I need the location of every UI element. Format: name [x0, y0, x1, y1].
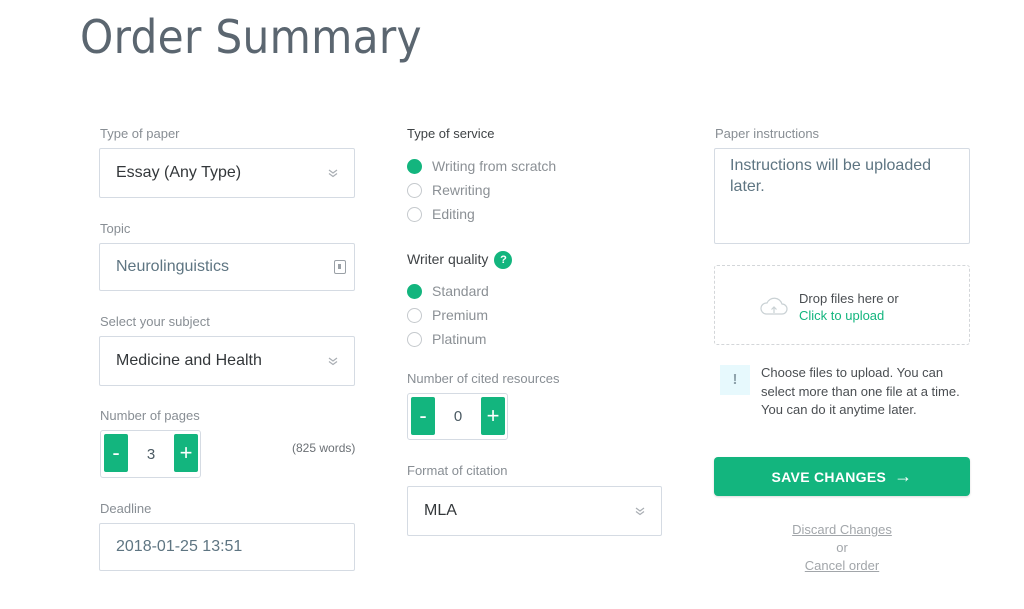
chevron-double-down-icon	[635, 506, 645, 516]
info-exclamation-icon: !	[720, 365, 750, 395]
citation-select[interactable]: MLA	[407, 486, 662, 536]
cloud-upload-icon	[759, 296, 789, 321]
radio-selected-icon	[407, 283, 422, 299]
page-title: Order Summary	[80, 10, 422, 64]
quality-option-platinum[interactable]: Platinum	[407, 331, 486, 347]
pages-label: Number of pages	[100, 408, 200, 423]
drop-files-text: Drop files here or	[799, 291, 899, 306]
quality-option-premium[interactable]: Premium	[407, 307, 488, 323]
instructions-label: Paper instructions	[715, 126, 820, 141]
word-count: (825 words)	[292, 441, 356, 455]
click-to-upload-link[interactable]: Click to upload	[799, 307, 899, 324]
service-option-editing[interactable]: Editing	[407, 206, 475, 222]
option-label: Rewriting	[432, 182, 491, 198]
option-label: Editing	[432, 206, 475, 222]
subject-select[interactable]: Medicine and Health	[99, 336, 355, 386]
topic-label: Topic	[100, 221, 131, 236]
deadline-label: Deadline	[100, 501, 152, 516]
help-icon[interactable]: ?	[494, 251, 513, 270]
file-dropzone[interactable]: Drop files here or Click to upload	[714, 265, 970, 345]
sources-stepper: - 0 +	[407, 393, 508, 440]
writer-quality-heading: Writer quality?	[407, 251, 513, 270]
pages-increment-button[interactable]: +	[174, 434, 198, 472]
pages-decrement-button[interactable]: -	[104, 434, 128, 472]
writer-quality-label: Writer quality	[407, 251, 489, 267]
service-option-writing[interactable]: Writing from scratch	[407, 158, 556, 174]
chevron-double-down-icon	[328, 356, 338, 366]
sources-increment-button[interactable]: +	[481, 397, 505, 435]
cancel-order-link[interactable]: Cancel order	[714, 557, 970, 575]
subject-value: Medicine and Health	[116, 352, 262, 369]
service-option-rewriting[interactable]: Rewriting	[407, 182, 490, 198]
citation-label: Format of citation	[407, 463, 508, 478]
arrow-right-icon: →	[894, 466, 913, 486]
radio-unselected-icon	[407, 206, 422, 222]
service-label: Type of service	[407, 126, 495, 141]
sources-label: Number of cited resources	[407, 371, 560, 386]
citation-value: MLA	[424, 502, 457, 519]
topic-value: Neurolinguistics	[116, 258, 229, 275]
option-label: Writing from scratch	[432, 158, 557, 174]
dropzone-text: Drop files here or Click to upload	[799, 290, 899, 324]
or-separator: or	[836, 540, 848, 555]
discard-changes-link[interactable]: Discard Changes	[714, 521, 970, 539]
type-of-paper-value: Essay (Any Type)	[116, 164, 242, 181]
type-of-paper-select[interactable]: Essay (Any Type)	[99, 148, 355, 198]
sources-value[interactable]: 0	[435, 394, 481, 439]
radio-unselected-icon	[407, 182, 422, 198]
deadline-input[interactable]: 2018-01-25 13:51	[99, 523, 355, 571]
upload-info-text: Choose files to upload. You can select m…	[761, 365, 960, 417]
chevron-double-down-icon	[328, 168, 338, 178]
instructions-textarea[interactable]: Instructions will be uploaded later.	[714, 148, 970, 244]
subject-label: Select your subject	[100, 314, 210, 329]
secondary-actions: Discard Changes or Cancel order	[714, 521, 970, 575]
quality-option-standard[interactable]: Standard	[407, 283, 489, 299]
option-label: Standard	[432, 283, 489, 299]
radio-selected-icon	[407, 158, 422, 174]
radio-unselected-icon	[407, 331, 422, 347]
save-changes-label: SAVE CHANGES	[771, 468, 887, 485]
option-label: Premium	[432, 307, 489, 323]
save-changes-button[interactable]: SAVE CHANGES →	[714, 457, 970, 496]
pages-stepper: - 3 +	[100, 430, 201, 478]
deadline-value: 2018-01-25 13:51	[116, 538, 243, 555]
topic-input[interactable]: Neurolinguistics	[99, 243, 355, 291]
pages-value[interactable]: 3	[128, 431, 174, 477]
option-label: Platinum	[432, 331, 487, 347]
type-of-paper-label: Type of paper	[100, 126, 180, 141]
radio-unselected-icon	[407, 307, 422, 323]
sources-decrement-button[interactable]: -	[411, 397, 435, 435]
document-icon	[334, 260, 346, 274]
